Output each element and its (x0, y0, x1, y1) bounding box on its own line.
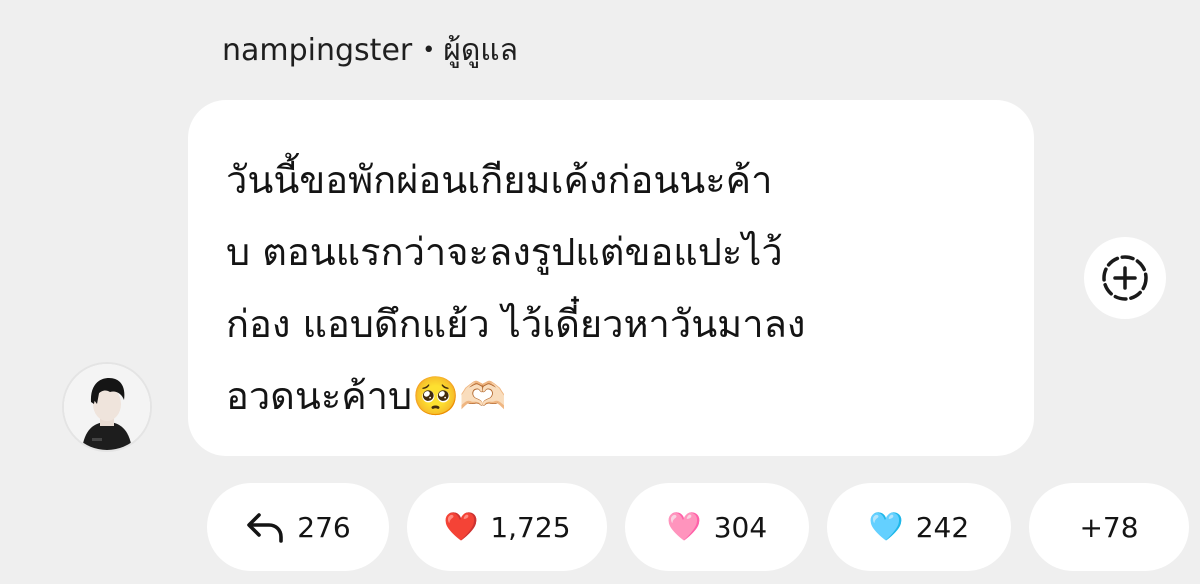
more-reactions-count: +78 (1079, 510, 1139, 544)
message-text: วันนี้ขอพักผ่อนเกียมเค้งก่อนนะค้า บ ตอนแ… (226, 158, 806, 418)
avatar-portrait-icon (64, 364, 150, 450)
red-heart-icon: ❤️ (443, 510, 479, 543)
add-reaction-icon (1102, 255, 1148, 301)
username[interactable]: nampingster (222, 33, 412, 68)
reaction-count: 1,725 (490, 510, 571, 544)
add-reaction-button[interactable] (1084, 237, 1166, 319)
reaction-pink-heart[interactable]: 🩷 304 (625, 483, 809, 571)
reaction-blue-heart[interactable]: 🩵 242 (827, 483, 1011, 571)
reply-arrow-icon (245, 511, 285, 543)
more-reactions-button[interactable]: +78 (1029, 483, 1189, 571)
blue-heart-icon: 🩵 (868, 510, 904, 543)
reaction-red-heart[interactable]: ❤️ 1,725 (407, 483, 607, 571)
reaction-count: 304 (713, 510, 768, 544)
reaction-count: 242 (915, 510, 970, 544)
pink-heart-icon: 🩷 (666, 510, 702, 543)
reply-count: 276 (297, 510, 351, 544)
reply-button[interactable]: 276 (207, 483, 389, 571)
post-header: nampingster • ผู้ดูแล (222, 28, 518, 72)
avatar[interactable] (62, 362, 152, 452)
role-badge: ผู้ดูแล (443, 32, 519, 68)
separator-dot: • (422, 37, 436, 63)
message-bubble[interactable]: วันนี้ขอพักผ่อนเกียมเค้งก่อนนะค้า บ ตอนแ… (188, 100, 1034, 456)
